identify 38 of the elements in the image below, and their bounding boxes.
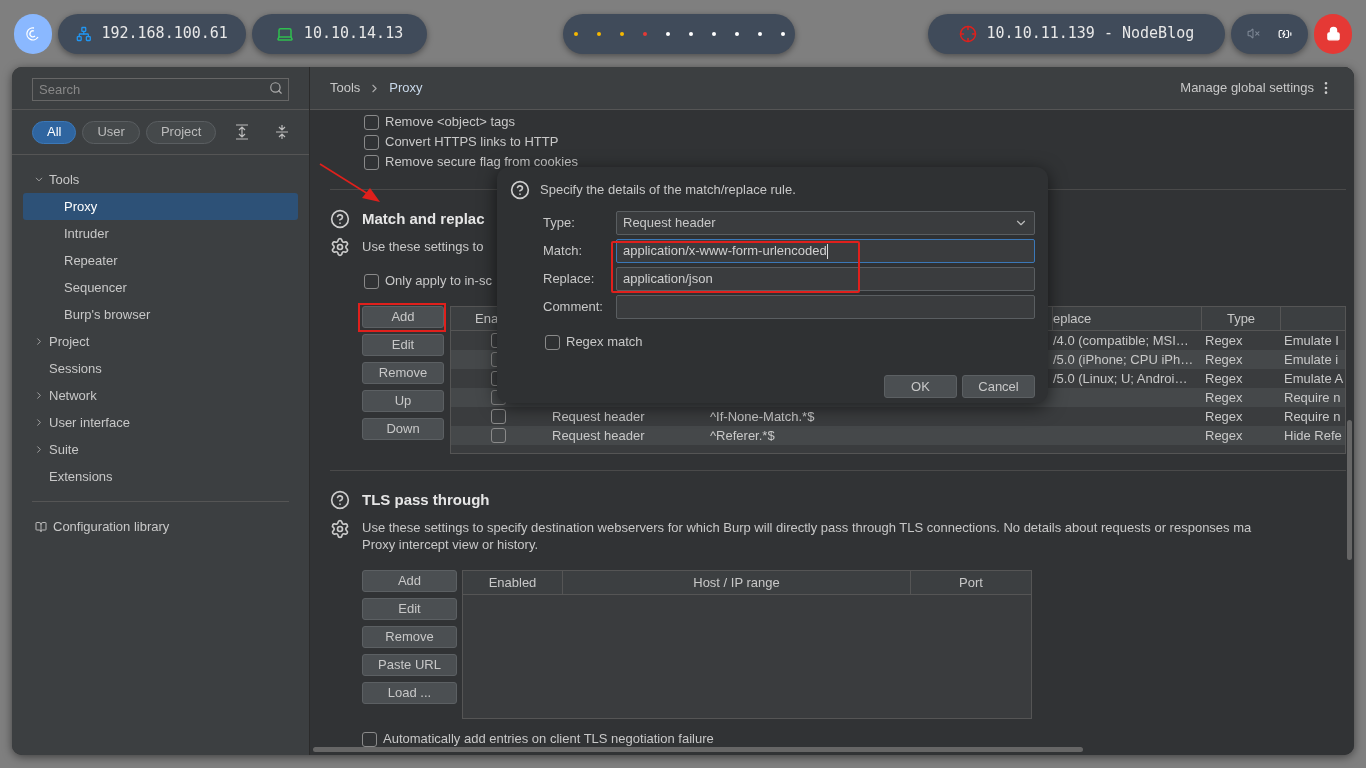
table-cell: ^If-None-Match.*$ (710, 408, 815, 424)
table-cell-text: Regex (1204, 407, 1244, 426)
table-cell: Request header (552, 408, 645, 424)
option-label: Regex match (566, 333, 643, 352)
host-ip: 192.168.100.61 (101, 23, 228, 45)
table-cell: /4.0 (compatible; MSI… (1053, 332, 1189, 348)
table-cell-text: Require n (1283, 407, 1341, 426)
field-label: Replace: (543, 270, 596, 289)
table-cell-text: Require n (1283, 388, 1341, 407)
section-title: Match and replac (362, 208, 485, 229)
option-label: Only apply to in-sc (385, 272, 492, 291)
compact-label: Remove secure flag from cookies (385, 153, 578, 172)
field-label: Match: (543, 242, 583, 261)
table-cell-text: Regex (1204, 331, 1244, 350)
target-label: 10.10.11.139 - NodeBlog (986, 23, 1195, 45)
table-cell-text: Regex (1204, 388, 1244, 407)
table-cell-text: Regex (1204, 350, 1244, 369)
compact-label: Automatically add entries on client TLS negotiation failure (383, 730, 714, 749)
table-cell-text: Emulate I (1283, 331, 1339, 350)
table-cell: ^Referer.*$ (710, 427, 775, 443)
dialog-prompt: Specify the details of the match/replace rule. (540, 181, 796, 200)
section-description: Use these settings to (362, 238, 484, 257)
table-cell-text: Regex (1204, 426, 1244, 445)
table-cell-text: Regex (1204, 369, 1244, 388)
compact-label: Convert HTTPS links to HTTP (385, 133, 559, 152)
section-description: Proxy intercept view or history. (362, 536, 540, 553)
table-cell: Request header (552, 427, 645, 443)
field-label: Type: (543, 214, 576, 233)
table-cell-text: Emulate i (1283, 350, 1339, 369)
section-description: Use these settings to specify destination webservers for which Burp will directly pass through TLS connections. No details about requests or responses ma (362, 519, 1252, 536)
vpn-ip: 10.10.14.13 (303, 23, 404, 45)
table-cell: /5.0 (Linux; U; Androi… (1053, 370, 1188, 386)
table-cell: /5.0 (iPhone; CPU iPh… (1053, 351, 1194, 367)
compact-label: Remove <object> tags (385, 113, 516, 132)
field-label: Comment: (543, 298, 604, 317)
table-cell-text: Emulate A (1283, 369, 1344, 388)
section-title: TLS pass through (362, 489, 490, 510)
table-cell-text: Hide Refe (1283, 426, 1342, 445)
